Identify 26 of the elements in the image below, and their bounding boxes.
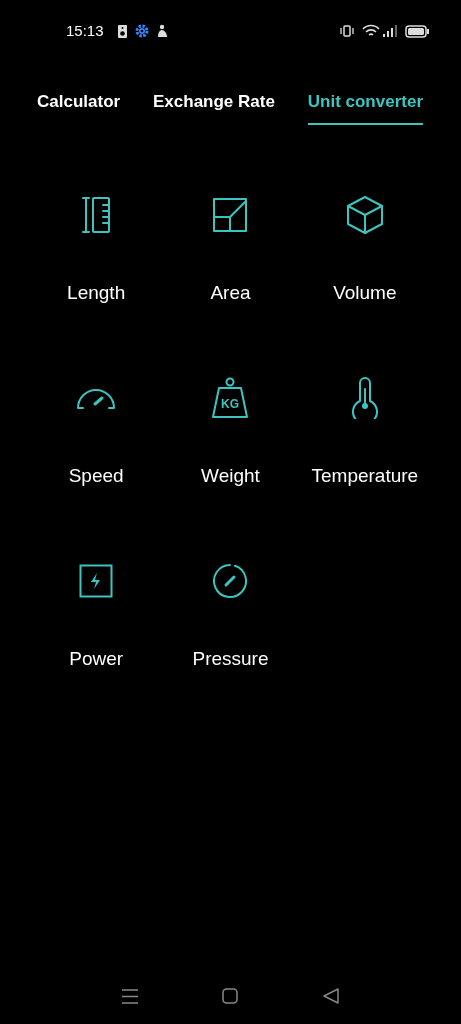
figure-icon	[155, 24, 168, 38]
area-icon	[212, 196, 249, 233]
tab[interactable]: Exchange Rate	[153, 89, 275, 125]
settings-icon	[134, 24, 149, 38]
menu-icon[interactable]	[122, 988, 139, 1004]
unit-label[interactable]: Volume	[333, 279, 397, 306]
signal-icon	[383, 25, 397, 37]
unit-label[interactable]: Power	[69, 645, 124, 672]
lightning-icon	[79, 563, 114, 598]
status-time: 15:13	[66, 20, 104, 41]
unit-label[interactable]: Pressure	[192, 645, 269, 672]
tab[interactable]: Unit converter	[307, 89, 423, 125]
battery-icon	[405, 24, 429, 38]
unit-label[interactable]: Speed	[68, 462, 124, 489]
unit-label[interactable]: Length	[67, 279, 126, 306]
tab[interactable]: Calculator	[37, 89, 121, 125]
unit-label[interactable]: Temperature	[311, 462, 419, 489]
unit-label[interactable]: Area	[210, 279, 251, 306]
speaker-icon	[117, 24, 127, 38]
back-icon[interactable]	[322, 988, 339, 1004]
wifi-icon	[362, 24, 380, 38]
home-icon[interactable]	[222, 988, 239, 1004]
gauge-icon	[211, 561, 250, 600]
vibrate-icon	[340, 24, 354, 38]
unit-label[interactable]: Weight	[201, 462, 260, 489]
cube-icon	[345, 194, 384, 235]
